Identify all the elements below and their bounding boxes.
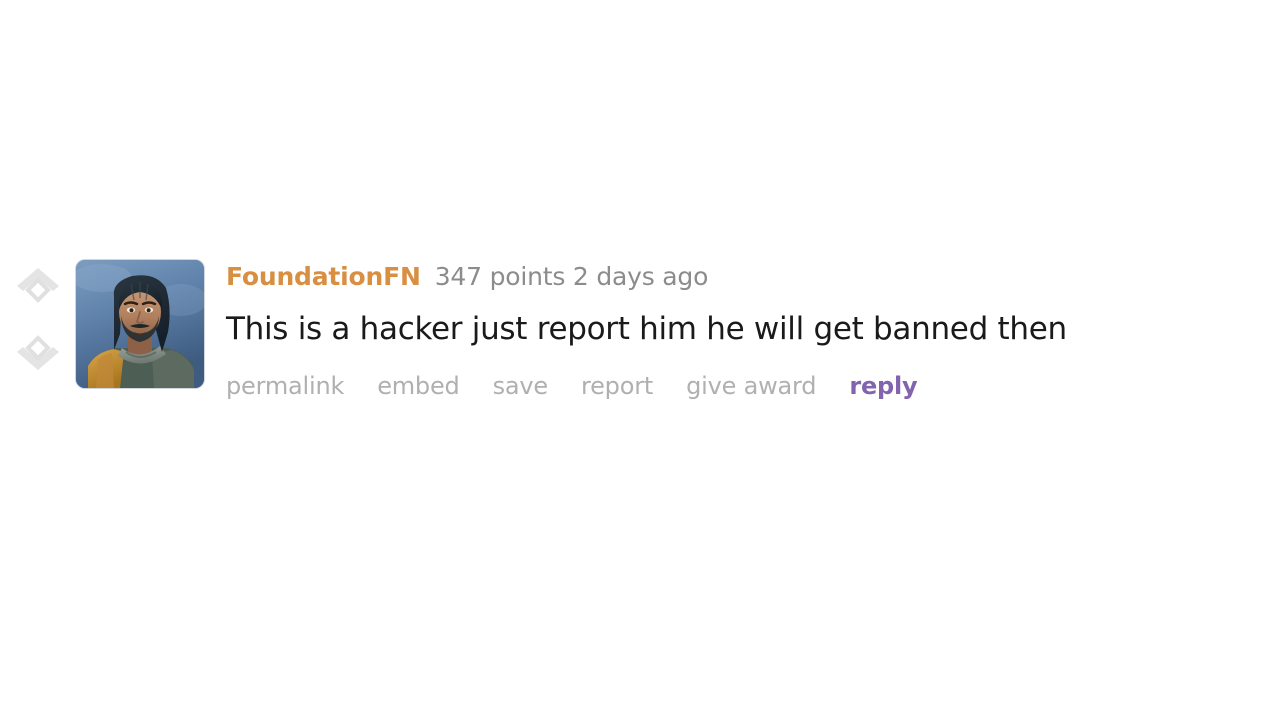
reply-link[interactable]: reply	[849, 372, 917, 400]
vote-column	[0, 248, 76, 374]
give-award-link[interactable]: give award	[686, 372, 816, 400]
comment-body: FoundationFN 347 points 2 days ago This i…	[226, 248, 1280, 398]
avatar[interactable]	[76, 260, 204, 388]
comment-block: FoundationFN 347 points 2 days ago This i…	[0, 248, 1280, 398]
upvote-arrow-icon[interactable]	[14, 264, 62, 308]
avatar-image[interactable]	[76, 260, 204, 388]
comment-meta: 347 points 2 days ago	[434, 262, 709, 291]
downvote-arrow-icon[interactable]	[14, 330, 62, 374]
comment-author-link[interactable]: FoundationFN	[226, 262, 421, 291]
permalink-link[interactable]: permalink	[226, 372, 344, 400]
comment-text: This is a hacker just report him he will…	[226, 311, 1067, 347]
embed-link[interactable]: embed	[377, 372, 460, 400]
save-link[interactable]: save	[493, 372, 549, 400]
report-link[interactable]: report	[581, 372, 653, 400]
comment-actions: permalink embed save report give award reply	[226, 374, 1280, 398]
avatar-artwork-icon	[76, 260, 204, 388]
comment-tagline: FoundationFN 347 points 2 days ago	[226, 264, 1280, 289]
